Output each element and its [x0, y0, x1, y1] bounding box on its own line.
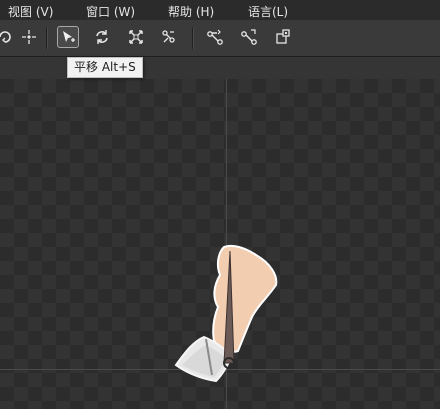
toolbar — [0, 20, 440, 57]
menu-bar: 视图 (V) 窗口 (W) 帮助 (H) 语言(L) — [0, 0, 440, 20]
arm-sprite[interactable] — [0, 79, 440, 409]
menu-view[interactable]: 视图 (V) — [8, 3, 53, 20]
scene-viewport[interactable] — [0, 79, 440, 409]
edit-bone-icon[interactable] — [238, 26, 260, 48]
scale-tool-icon[interactable] — [125, 26, 147, 48]
menu-window[interactable]: 窗口 (W) — [86, 3, 135, 20]
menu-help[interactable]: 帮助 (H) — [168, 3, 214, 20]
forearm-skin — [212, 244, 278, 353]
toolbar-separator — [46, 27, 48, 49]
rotate-view-icon[interactable] — [0, 26, 16, 48]
sub-toolbar — [0, 57, 440, 79]
skew-tool-icon[interactable] — [158, 26, 180, 48]
move-pivot-icon[interactable] — [18, 26, 40, 48]
menu-language[interactable]: 语言(L) — [248, 3, 288, 20]
create-bone-icon[interactable] — [204, 26, 226, 48]
tooltip: 平移 Alt+S — [67, 57, 143, 78]
bind-mesh-icon[interactable] — [272, 26, 294, 48]
translate-tool-icon[interactable] — [57, 26, 79, 48]
rotate-tool-icon[interactable] — [91, 26, 113, 48]
toolbar-separator — [192, 27, 194, 49]
